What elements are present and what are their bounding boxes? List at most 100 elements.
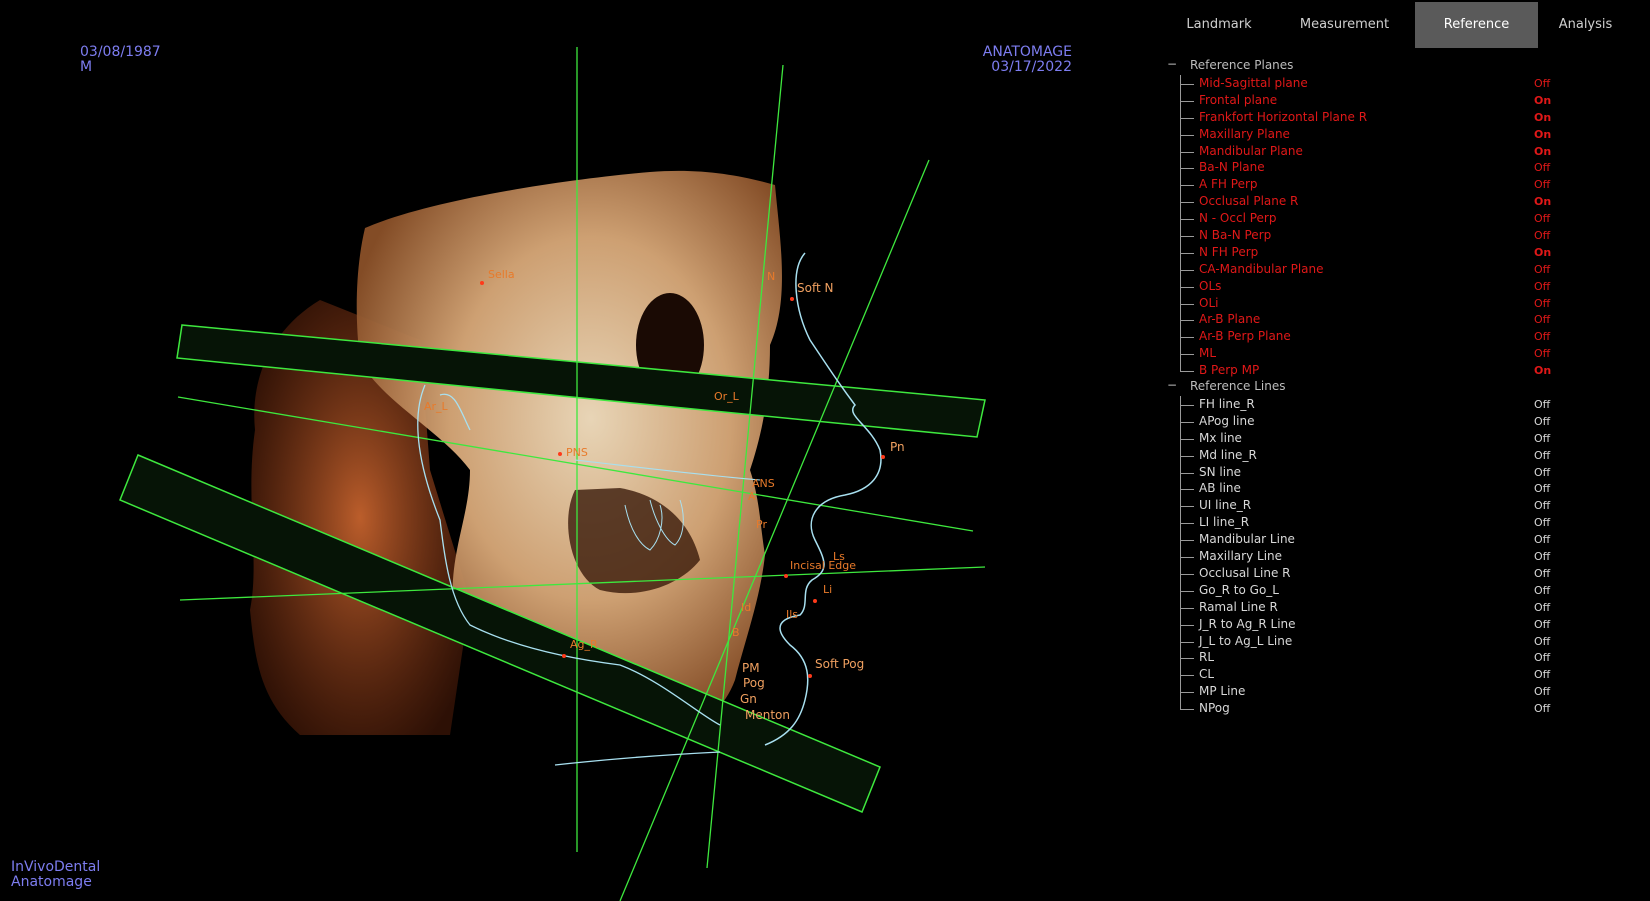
- reference-item[interactable]: CL Off: [1160, 666, 1560, 684]
- tab-measurement[interactable]: Measurement: [1274, 2, 1415, 48]
- reference-item-name[interactable]: Frontal plane: [1199, 92, 1277, 108]
- reference-item-name[interactable]: Mandibular Plane: [1199, 143, 1303, 159]
- reference-item-name[interactable]: OLi: [1199, 295, 1218, 311]
- reference-item-toggle[interactable]: Off: [1534, 346, 1550, 362]
- reference-item-toggle[interactable]: Off: [1534, 397, 1550, 413]
- reference-item-name[interactable]: Ba-N Plane: [1199, 159, 1265, 175]
- reference-item[interactable]: N Ba-N Perp Off: [1160, 227, 1560, 245]
- reference-item-name[interactable]: CL: [1199, 666, 1214, 682]
- reference-item[interactable]: FH line_R Off: [1160, 396, 1560, 414]
- reference-item-toggle[interactable]: Off: [1534, 329, 1550, 345]
- reference-item-name[interactable]: Maxillary Plane: [1199, 126, 1290, 142]
- reference-item-name[interactable]: J_L to Ag_L Line: [1199, 633, 1292, 649]
- reference-item-name[interactable]: Mandibular Line: [1199, 531, 1295, 547]
- reference-item-toggle[interactable]: Off: [1534, 262, 1550, 278]
- reference-item[interactable]: APog line Off: [1160, 412, 1560, 430]
- reference-item-toggle[interactable]: Off: [1534, 515, 1550, 531]
- reference-item[interactable]: Frontal plane On: [1160, 91, 1560, 109]
- cephalometric-3d-render[interactable]: Sella Soft N N PNS ANS A Pn Pr Ls Incisa…: [0, 0, 1150, 901]
- collapse-icon[interactable]: −: [1167, 57, 1177, 71]
- reference-planes-header[interactable]: − Reference Planes: [1160, 57, 1560, 75]
- reference-item[interactable]: B Perp MP On: [1160, 362, 1560, 379]
- 3d-viewport[interactable]: Sella Soft N N PNS ANS A Pn Pr Ls Incisa…: [0, 0, 1150, 901]
- reference-item[interactable]: Go_R to Go_L Off: [1160, 581, 1560, 599]
- reference-item[interactable]: CA-Mandibular Plane Off: [1160, 260, 1560, 278]
- reference-item[interactable]: J_R to Ag_R Line Off: [1160, 615, 1560, 633]
- tab-landmark[interactable]: Landmark: [1164, 2, 1274, 48]
- reference-item-toggle[interactable]: Off: [1534, 532, 1550, 548]
- reference-item[interactable]: Ar-B Perp Plane Off: [1160, 328, 1560, 346]
- reference-item[interactable]: UI line_R Off: [1160, 497, 1560, 515]
- reference-item-toggle[interactable]: On: [1534, 144, 1551, 160]
- reference-item[interactable]: A FH Perp Off: [1160, 176, 1560, 194]
- reference-item-name[interactable]: Ramal Line R: [1199, 599, 1278, 615]
- tab-reference[interactable]: Reference: [1415, 2, 1538, 48]
- reference-item-name[interactable]: Ar-B Perp Plane: [1199, 328, 1291, 344]
- reference-item[interactable]: NPog Off: [1160, 700, 1560, 717]
- reference-item-toggle[interactable]: Off: [1534, 617, 1550, 633]
- reference-item-toggle[interactable]: Off: [1534, 431, 1550, 447]
- reference-item-name[interactable]: Go_R to Go_L: [1199, 582, 1279, 598]
- reference-item-toggle[interactable]: On: [1534, 127, 1551, 143]
- reference-item-toggle[interactable]: Off: [1534, 279, 1550, 295]
- reference-item[interactable]: MP Line Off: [1160, 683, 1560, 701]
- reference-item-name[interactable]: ML: [1199, 345, 1216, 361]
- reference-item-toggle[interactable]: On: [1534, 363, 1551, 379]
- reference-item-name[interactable]: A FH Perp: [1199, 176, 1258, 192]
- reference-item-toggle[interactable]: Off: [1534, 634, 1550, 650]
- reference-item-toggle[interactable]: Off: [1534, 414, 1550, 430]
- reference-item-toggle[interactable]: Off: [1534, 465, 1550, 481]
- reference-item-toggle[interactable]: Off: [1534, 701, 1550, 717]
- reference-item-toggle[interactable]: Off: [1534, 177, 1550, 193]
- reference-item[interactable]: Maxillary Line Off: [1160, 548, 1560, 566]
- reference-item-toggle[interactable]: Off: [1534, 684, 1550, 700]
- reference-item-name[interactable]: LI line_R: [1199, 514, 1249, 530]
- reference-lines-header[interactable]: − Reference Lines: [1160, 378, 1560, 396]
- reference-item-name[interactable]: Mx line: [1199, 430, 1242, 446]
- reference-item[interactable]: RL Off: [1160, 649, 1560, 667]
- reference-item-toggle[interactable]: Off: [1534, 296, 1550, 312]
- reference-item-toggle[interactable]: Off: [1534, 667, 1550, 683]
- reference-item-name[interactable]: Occlusal Line R: [1199, 565, 1291, 581]
- reference-item[interactable]: Occlusal Plane R On: [1160, 193, 1560, 211]
- reference-item[interactable]: Maxillary Plane On: [1160, 125, 1560, 143]
- tab-analysis[interactable]: Analysis: [1538, 2, 1633, 48]
- reference-item[interactable]: Ramal Line R Off: [1160, 598, 1560, 616]
- reference-item-name[interactable]: Frankfort Horizontal Plane R: [1199, 109, 1367, 125]
- reference-item-toggle[interactable]: On: [1534, 245, 1551, 261]
- reference-item[interactable]: Occlusal Line R Off: [1160, 564, 1560, 582]
- reference-item[interactable]: Mandibular Line Off: [1160, 531, 1560, 549]
- reference-item-name[interactable]: CA-Mandibular Plane: [1199, 261, 1324, 277]
- collapse-icon[interactable]: −: [1167, 378, 1177, 392]
- reference-item-name[interactable]: RL: [1199, 649, 1214, 665]
- reference-item-name[interactable]: UI line_R: [1199, 497, 1251, 513]
- reference-item-name[interactable]: APog line: [1199, 413, 1254, 429]
- reference-item[interactable]: Frankfort Horizontal Plane R On: [1160, 108, 1560, 126]
- reference-item-name[interactable]: J_R to Ag_R Line: [1199, 616, 1296, 632]
- reference-item[interactable]: AB line Off: [1160, 480, 1560, 498]
- reference-item-toggle[interactable]: Off: [1534, 76, 1550, 92]
- reference-item[interactable]: Md line_R Off: [1160, 446, 1560, 464]
- reference-item-toggle[interactable]: On: [1534, 110, 1551, 126]
- reference-item[interactable]: N FH Perp On: [1160, 243, 1560, 261]
- reference-item-name[interactable]: Mid-Sagittal plane: [1199, 75, 1308, 91]
- reference-item-toggle[interactable]: Off: [1534, 228, 1550, 244]
- reference-item-name[interactable]: Ar-B Plane: [1199, 311, 1260, 327]
- reference-item-name[interactable]: NPog: [1199, 700, 1230, 716]
- reference-item-toggle[interactable]: On: [1534, 194, 1551, 210]
- reference-item-toggle[interactable]: Off: [1534, 481, 1550, 497]
- reference-item-toggle[interactable]: On: [1534, 93, 1551, 109]
- reference-item-name[interactable]: N FH Perp: [1199, 244, 1258, 260]
- reference-item-name[interactable]: MP Line: [1199, 683, 1245, 699]
- reference-item[interactable]: N - Occl Perp Off: [1160, 210, 1560, 228]
- reference-item-name[interactable]: Md line_R: [1199, 447, 1257, 463]
- reference-item-name[interactable]: B Perp MP: [1199, 362, 1259, 378]
- reference-item[interactable]: Mx line Off: [1160, 429, 1560, 447]
- reference-item[interactable]: Ar-B Plane Off: [1160, 311, 1560, 329]
- reference-item-toggle[interactable]: Off: [1534, 211, 1550, 227]
- reference-item[interactable]: OLs Off: [1160, 277, 1560, 295]
- reference-item-name[interactable]: SN line: [1199, 464, 1241, 480]
- reference-item[interactable]: LI line_R Off: [1160, 514, 1560, 532]
- reference-item-toggle[interactable]: Off: [1534, 498, 1550, 514]
- reference-item[interactable]: Mid-Sagittal plane Off: [1160, 75, 1560, 92]
